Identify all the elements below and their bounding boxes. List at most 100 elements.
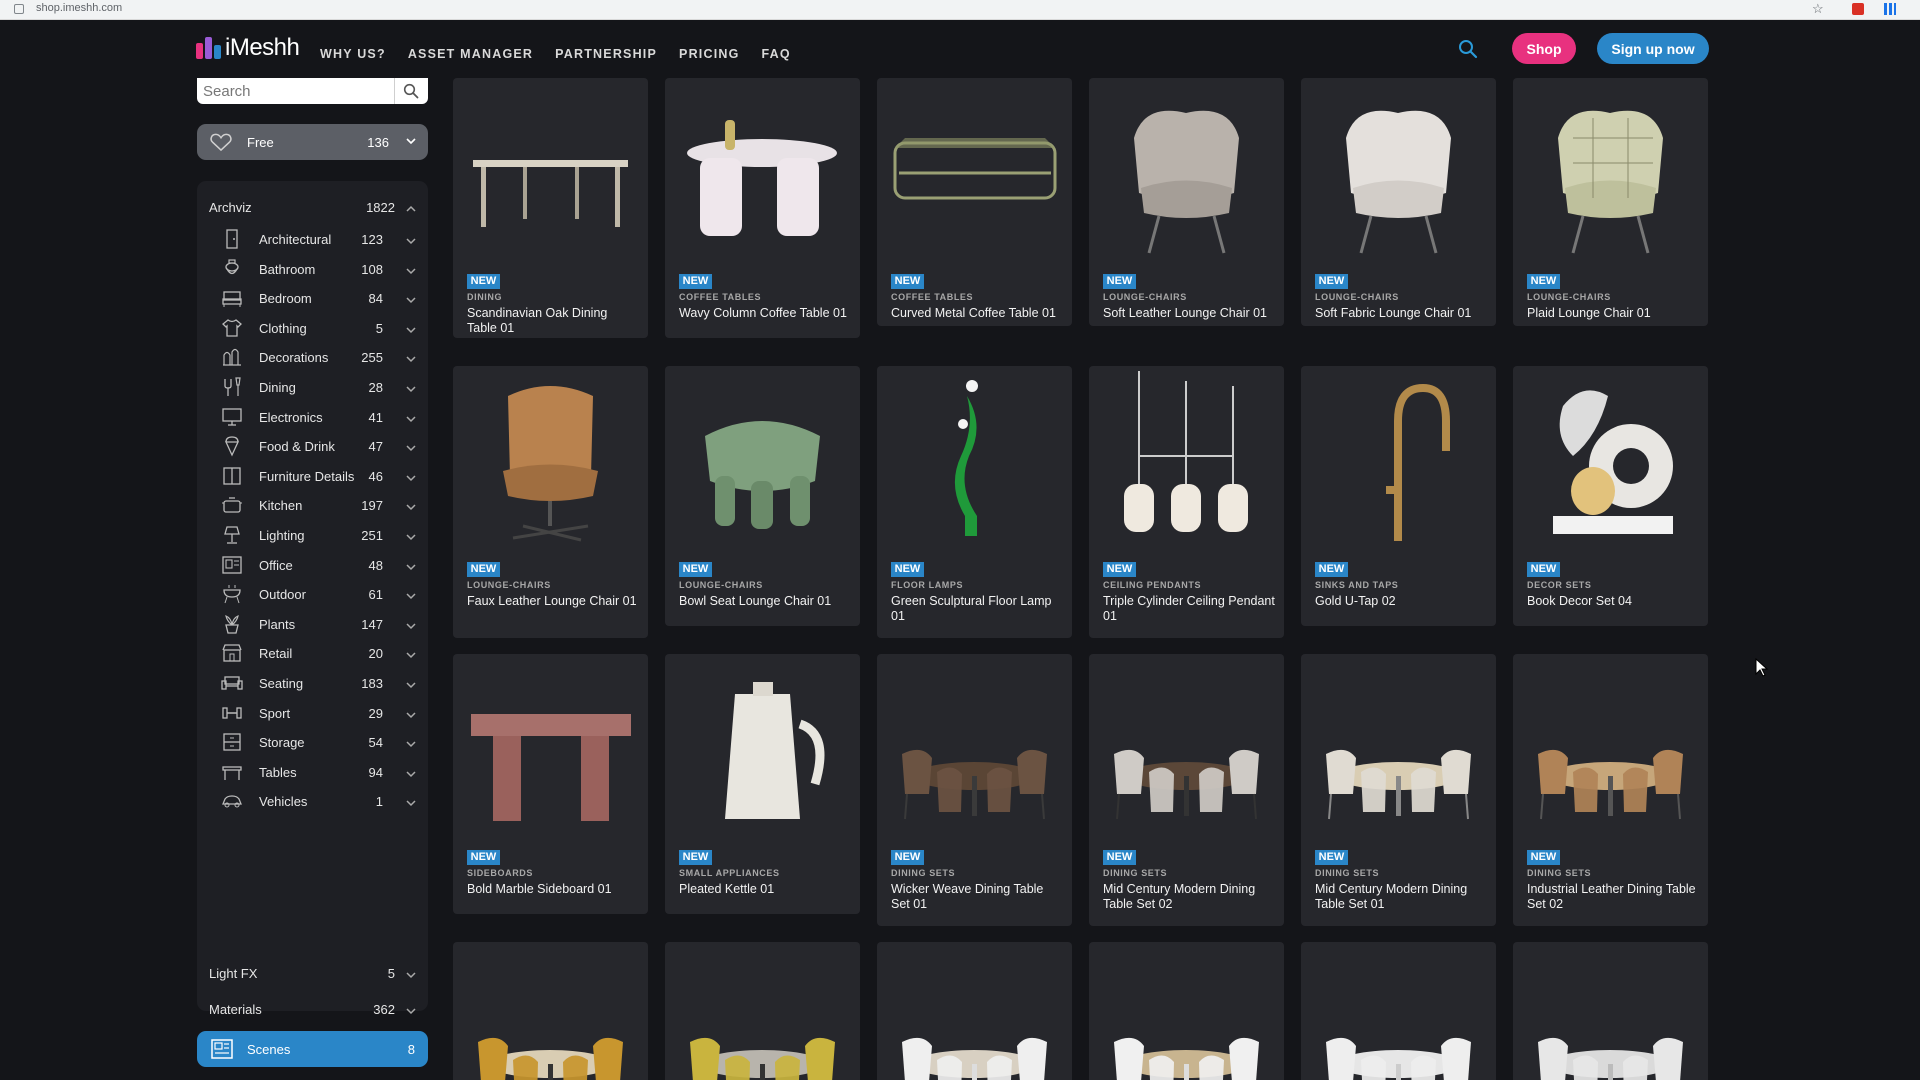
logo[interactable]: iMeshh [196,34,300,62]
chevron-down-icon[interactable] [405,649,417,661]
chevron-down-icon[interactable] [405,797,417,809]
product-card[interactable]: NEW LOUNGE-CHAIRS Faux Leather Lounge Chai… [453,366,648,638]
chevron-down-icon[interactable] [405,738,417,750]
product-card[interactable]: NEW CEILING PENDANTS Triple Cylinder Ceili… [1089,366,1284,638]
nav-faq[interactable]: FAQ [762,47,791,61]
chevron-down-icon[interactable] [405,413,417,425]
product-card[interactable]: NEW LOUNGE-CHAIRS Soft Fabric Lounge Chair… [1301,78,1496,326]
search-input[interactable] [203,81,388,101]
product-card[interactable] [453,942,648,1080]
sidebar-item-label: Bathroom [259,261,316,277]
product-card[interactable]: NEW DINING SETS Mid Century Modern Dining … [1301,654,1496,926]
scenes-label: Scenes [247,1042,291,1057]
chevron-down-icon[interactable] [405,501,417,513]
chevron-down-icon[interactable] [405,1005,417,1017]
chevron-down-icon[interactable] [405,709,417,721]
sidebar-item-food-drink[interactable]: Food & Drink 47 [197,433,428,461]
light-fx-header[interactable]: Light FX 5 [209,966,416,986]
new-badge: NEW [679,850,712,865]
product-card[interactable] [877,942,1072,1080]
chevron-down-icon[interactable] [405,561,417,573]
chevron-down-icon[interactable] [405,353,417,365]
search-icon[interactable] [1458,39,1478,59]
materials-header[interactable]: Materials 362 [209,1002,416,1022]
site-info-icon[interactable] [14,4,24,14]
product-card[interactable]: NEW DINING SETS Wicker Weave Dining Table … [877,654,1072,926]
chevron-down-icon[interactable] [405,590,417,602]
sidebar-item-electronics[interactable]: Electronics 41 [197,404,428,432]
chevron-down-icon[interactable] [405,969,417,981]
chevron-down-icon[interactable] [405,472,417,484]
product-card[interactable]: NEW DINING Scandinavian Oak Dining Table 0… [453,78,648,338]
search-submit-icon[interactable] [403,83,419,99]
sidebar-item-sport[interactable]: Sport 29 [197,700,428,728]
sidebar-item-tables[interactable]: Tables 94 [197,759,428,787]
sidebar-item-bedroom[interactable]: Bedroom 84 [197,285,428,313]
nav-partnership[interactable]: PARTNERSHIP [555,47,657,61]
sidebar-item-vehicles[interactable]: Vehicles 1 [197,788,428,816]
nav-asset-manager[interactable]: ASSET MANAGER [408,47,533,61]
sidebar-item-retail[interactable]: Retail 20 [197,640,428,668]
sidebar-item-plants[interactable]: Plants 147 [197,611,428,639]
url-text[interactable]: shop.imeshh.com [36,2,122,14]
chevron-up-icon[interactable] [405,203,417,215]
chevron-down-icon[interactable] [405,294,417,306]
sidebar-item-clothing[interactable]: Clothing 5 [197,315,428,343]
product-card[interactable] [1301,942,1496,1080]
sidebar-item-seating[interactable]: Seating 183 [197,670,428,698]
shop-button[interactable]: Shop [1512,33,1576,64]
sidebar-item-office[interactable]: Office 48 [197,552,428,580]
sidebar-item-storage[interactable]: Storage 54 [197,729,428,757]
archviz-header[interactable]: Archviz 1822 [209,200,416,220]
product-card[interactable] [1513,942,1708,1080]
chevron-down-icon[interactable] [405,531,417,543]
scenes-button[interactable]: Scenes 8 [197,1031,428,1067]
sidebar-item-label: Lighting [259,528,305,543]
product-card[interactable]: NEW DINING SETS Industrial Leather Dining … [1513,654,1708,926]
product-name: Mid Century Modern Dining Table Set 02 [1103,882,1256,911]
product-card[interactable]: NEW SINKS AND TAPS Gold U-Tap 02 [1301,366,1496,626]
chevron-down-icon[interactable] [405,679,417,691]
sidebar-item-kitchen[interactable]: Kitchen 197 [197,492,428,520]
chevron-down-icon[interactable] [405,265,417,277]
chevron-down-icon[interactable] [405,620,417,632]
nav-why-us[interactable]: WHY US? [320,47,386,61]
product-card[interactable]: NEW SIDEBOARDS Bold Marble Sideboard 01 [453,654,648,914]
product-card[interactable]: NEW FLOOR LAMPS Green Sculptural Floor Lam… [877,366,1072,638]
sidebar-item-decorations[interactable]: Decorations 255 [197,344,428,372]
product-card[interactable]: NEW COFFEE TABLES Curved Metal Coffee Tabl… [877,78,1072,326]
product-card[interactable]: NEW DECOR SETS Book Decor Set 04 [1513,366,1708,626]
product-card[interactable]: NEW LOUNGE-CHAIRS Bowl Seat Lounge Chair 0… [665,366,860,626]
sign-up-button[interactable]: Sign up now [1597,33,1709,64]
chevron-down-icon[interactable] [405,235,417,247]
sidebar-item-outdoor[interactable]: Outdoor 61 [197,581,428,609]
chevron-down-icon[interactable] [405,324,417,336]
product-name: Wavy Column Coffee Table 01 [679,306,847,320]
sidebar-item-furniture-details[interactable]: Furniture Details 46 [197,463,428,491]
free-filter[interactable]: Free 136 [197,124,428,160]
apps-icon[interactable] [1884,3,1896,15]
new-badge: NEW [1315,274,1348,289]
product-thumbnail [725,682,825,819]
product-card[interactable] [1089,942,1284,1080]
chevron-down-icon[interactable] [405,442,417,454]
product-card[interactable]: NEW LOUNGE-CHAIRS Plaid Lounge Chair 01 [1513,78,1708,326]
free-label: Free [247,135,274,150]
sidebar-item-bathroom[interactable]: Bathroom 108 [197,256,428,284]
sidebar-item-architectural[interactable]: Architectural 123 [197,226,428,254]
product-thumbnail [471,714,631,821]
bookmark-star-icon[interactable]: ☆ [1812,1,1824,17]
product-card[interactable]: NEW COFFEE TABLES Wavy Column Coffee Table… [665,78,860,338]
nav-pricing[interactable]: PRICING [679,47,740,61]
chevron-down-icon[interactable] [405,383,417,395]
new-badge: NEW [891,850,924,865]
product-card[interactable]: NEW DINING SETS Mid Century Modern Dining … [1089,654,1284,926]
extension-icon[interactable] [1852,3,1864,15]
product-card[interactable] [665,942,860,1080]
sidebar-item-lighting[interactable]: Lighting 251 [197,522,428,550]
chevron-down-icon[interactable] [405,135,417,147]
sidebar-item-dining[interactable]: Dining 28 [197,374,428,402]
product-card[interactable]: NEW LOUNGE-CHAIRS Soft Leather Lounge Chai… [1089,78,1284,326]
product-card[interactable]: NEW SMALL APPLIANCES Pleated Kettle 01 [665,654,860,914]
chevron-down-icon[interactable] [405,768,417,780]
